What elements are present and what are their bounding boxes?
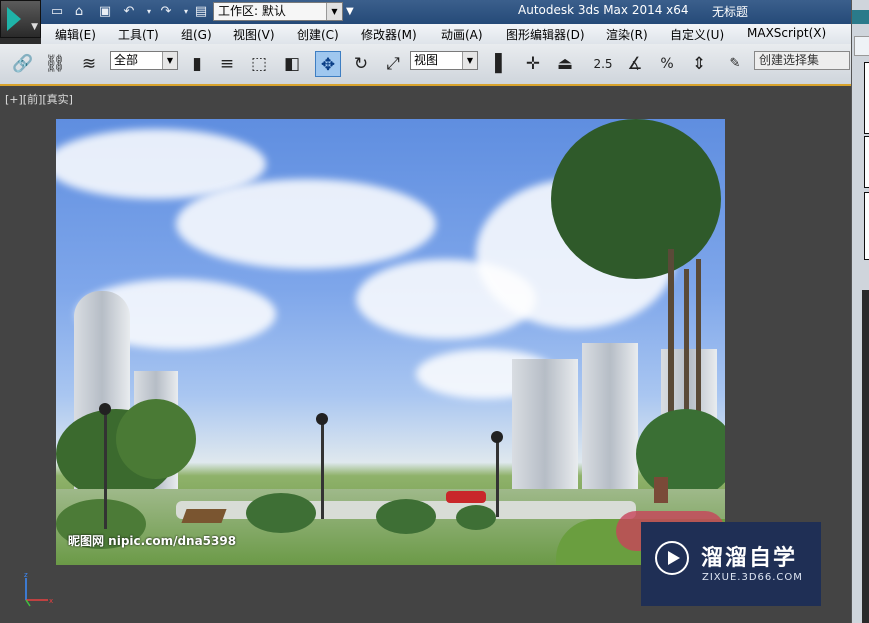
snap-value: 2.5 — [593, 57, 613, 71]
reference-coordinate-value: 视图 — [414, 53, 439, 67]
open-icon[interactable]: ⌂ — [70, 2, 88, 22]
quick-access-dropdown-icon[interactable]: ▼ — [346, 2, 354, 22]
select-scale-icon[interactable]: ⤢ — [380, 51, 406, 77]
new-icon[interactable]: ▭ — [48, 2, 66, 22]
main-toolbar: 🔗 ⛓ ≋ 全部 ▼ ▮ ≡ ⬚ ◧ ✥ ↻ ⤢ 视图 ▼ ▐ ✛ ⏏ 2.5 … — [0, 44, 851, 85]
selection-filter-dropdown[interactable]: 全部 ▼ — [110, 51, 178, 70]
undo-dropdown-icon[interactable]: ▾ — [140, 2, 158, 22]
spinner-snap-icon[interactable]: ⇕ — [686, 51, 712, 77]
percent-snap-icon[interactable]: % — [654, 51, 680, 77]
title-bar: ▭ ⌂ ▣ ↶ ▾ ↷ ▾ ▤ 工作区: 默认 ▼ ▼ Autodesk 3ds… — [0, 0, 851, 24]
watermark-brand: 溜溜自学 — [701, 546, 798, 571]
select-rotate-icon[interactable]: ↻ — [348, 51, 374, 77]
link-icon[interactable]: 🔗 — [10, 51, 36, 77]
watermark-url: ZIXUE.3D66.COM — [702, 572, 803, 583]
chevron-down-icon: ▼ — [31, 22, 38, 32]
bind-space-warp-icon[interactable]: ≋ — [76, 51, 102, 77]
angle-snap-icon[interactable]: ∡ — [622, 51, 648, 77]
keyboard-shortcut-override-icon[interactable]: ⏏ — [552, 51, 578, 77]
menu-edit[interactable]: 编辑(E) — [55, 26, 96, 43]
command-panel-title — [852, 10, 869, 24]
command-panel-list[interactable] — [864, 192, 869, 260]
svg-text:z: z — [24, 571, 28, 579]
application-button[interactable]: ▼ — [0, 0, 41, 38]
site-watermark: 溜溜自学 ZIXUE.3D66.COM — [641, 522, 821, 606]
menu-maxscript[interactable]: MAXScript(X) — [747, 26, 826, 40]
unlink-icon[interactable]: ⛓ — [42, 51, 68, 77]
select-object-icon[interactable]: ▮ — [184, 51, 210, 77]
workspace-dropdown[interactable]: 工作区: 默认 ▼ — [213, 2, 343, 21]
select-manipulate-icon[interactable]: ✛ — [520, 51, 546, 77]
redo-icon[interactable]: ↷ — [157, 2, 175, 22]
menu-create[interactable]: 创建(C) — [297, 26, 339, 43]
app-title: Autodesk 3ds Max 2014 x64 — [518, 3, 689, 17]
command-panel-scrollbar[interactable] — [862, 290, 869, 623]
menu-bar: 编辑(E) 工具(T) 组(G) 视图(V) 创建(C) 修改器(M) 动画(A… — [41, 24, 851, 45]
window-crossing-icon[interactable]: ◧ — [279, 51, 305, 77]
svg-text:x: x — [49, 597, 53, 605]
menu-rendering[interactable]: 渲染(R) — [606, 26, 648, 43]
project-icon[interactable]: ▤ — [192, 2, 210, 22]
reference-coordinate-dropdown[interactable]: 视图 ▼ — [410, 51, 478, 70]
viewport-background-image: 昵图网 nipic.com/dna5398 — [56, 119, 725, 565]
menu-tools[interactable]: 工具(T) — [118, 26, 159, 43]
viewport-label[interactable]: [+][前][真实] — [5, 91, 73, 107]
menu-customize[interactable]: 自定义(U) — [670, 26, 724, 43]
menu-group[interactable]: 组(G) — [181, 26, 212, 43]
3dsmax-logo-icon — [7, 7, 21, 31]
pivot-center-icon[interactable]: ▐ — [482, 51, 508, 77]
save-icon[interactable]: ▣ — [96, 2, 114, 22]
workspace-label: 工作区: 默认 — [218, 4, 286, 18]
menu-graph-editors[interactable]: 图形编辑器(D) — [506, 26, 585, 43]
image-watermark: 昵图网 nipic.com/dna5398 — [68, 534, 237, 548]
menu-views[interactable]: 视图(V) — [233, 26, 275, 43]
named-selection-input[interactable]: 创建选择集 — [754, 51, 850, 70]
command-panel-list[interactable] — [864, 62, 869, 134]
select-by-name-icon[interactable]: ≡ — [214, 51, 240, 77]
edit-named-selection-icon[interactable]: ✎ — [722, 51, 748, 77]
undo-icon[interactable]: ↶ — [120, 2, 138, 22]
command-panel — [851, 0, 869, 623]
chevron-down-icon: ▼ — [462, 52, 477, 69]
menu-animation[interactable]: 动画(A) — [441, 26, 483, 43]
command-panel-tab[interactable] — [854, 36, 869, 56]
selection-filter-value: 全部 — [114, 53, 139, 67]
named-selection-placeholder: 创建选择集 — [759, 53, 820, 67]
document-title: 无标题 — [712, 5, 749, 19]
menu-modifiers[interactable]: 修改器(M) — [361, 26, 417, 43]
percent-snap-label: % — [660, 56, 674, 72]
chevron-down-icon: ▼ — [326, 3, 342, 20]
chevron-down-icon: ▼ — [162, 52, 177, 69]
play-icon — [655, 541, 689, 575]
snaps-toggle-icon[interactable]: 2.5 — [590, 51, 616, 77]
axis-gizmo: z x — [24, 571, 53, 607]
command-panel-list[interactable] — [864, 136, 869, 188]
select-move-icon[interactable]: ✥ — [315, 51, 341, 77]
rectangular-selection-icon[interactable]: ⬚ — [246, 51, 272, 77]
